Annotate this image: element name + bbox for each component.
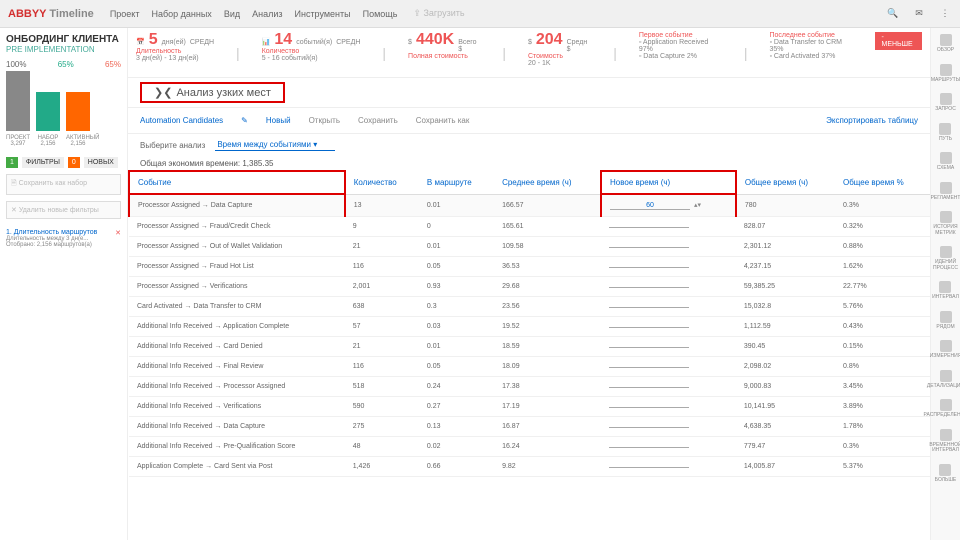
col-1[interactable]: Количество [345,171,419,194]
new-time-input[interactable] [609,267,689,268]
filter-item-1[interactable]: 1. Длительность маршрутов ✕ [6,229,121,236]
rnav-ИЗМЕРЕНИЯ[interactable]: ИЗМЕРЕНИЯ [930,340,960,360]
new-time-input[interactable]: 60 [610,202,690,210]
kpi-last-event: Последнее событие ▫ Data Transfer to CRM… [770,32,856,73]
kpi-events: 📊14событий(я)СРЕДН Количество5 - 16 собы… [262,32,361,73]
filters-count[interactable]: 1 [6,157,18,168]
table-row[interactable]: Additional Info Received → Final Review1… [129,357,930,377]
table-row[interactable]: Processor Assigned → Out of Wallet Valid… [129,237,930,257]
new-time-input[interactable] [609,287,689,288]
new-time-input[interactable] [609,427,689,428]
new-time-input[interactable] [609,407,689,408]
analysis-title[interactable]: ❯❮Анализ узких мест [140,82,285,103]
save-button[interactable]: Сохранить [358,116,398,125]
menu-Инструменты[interactable]: Инструменты [295,9,351,19]
brand-grey: Timeline [49,8,93,20]
rnav-СХЕМА[interactable]: СХЕМА [937,152,955,172]
total-savings: Общая экономия времени: 1,385.35 [128,157,930,170]
table-row[interactable]: Application Complete → Card Sent via Pos… [129,457,930,477]
rnav-ЗАПРОС[interactable]: ЗАПРОС [935,93,956,113]
more-icon[interactable]: ⋮ [938,7,952,21]
menu-Анализ[interactable]: Анализ [252,9,282,19]
upload-button[interactable]: ⇪ Загрузить [413,8,464,19]
mail-icon[interactable]: ✉ [912,7,926,21]
new-time-input[interactable] [609,247,689,248]
new-time-input[interactable] [609,467,689,468]
new-time-input[interactable] [609,367,689,368]
kpi-cost-avg: $204Средн $ Стоимость20 - 1K [528,32,591,73]
new-time-input[interactable] [609,227,689,228]
table-row[interactable]: Card Activated → Data Transfer to CRM638… [129,297,930,317]
results-table: СобытиеКоличествоВ маршрутеСреднее время… [128,170,930,540]
menu-Набор данных[interactable]: Набор данных [151,9,211,19]
new-time-input[interactable] [609,447,689,448]
new-time-input[interactable] [609,307,689,308]
rnav-ВРЕМЕННОЙ ИНТЕРВАЛ[interactable]: ВРЕМЕННОЙ ИНТЕРВАЛ [929,429,960,454]
menu-Помощь[interactable]: Помощь [363,9,398,19]
save-as-set-button: 🗎 Сохранить как набор [6,174,121,195]
new-time-input[interactable] [609,347,689,348]
open-button[interactable]: Открыть [309,116,340,125]
automation-candidates-link[interactable]: Automation Candidates [140,116,223,125]
main-menu: Проект Набор данных Вид Анализ Инструменты По… [110,9,398,19]
search-icon[interactable]: 🔍 [886,7,900,21]
project-bars [6,71,121,131]
table-row[interactable]: Additional Info Received → Card Denied21… [129,337,930,357]
saveas-button[interactable]: Сохранить как [416,116,470,125]
kpi-first-event: Первое событие ▫ Application Received 97… [639,32,722,73]
table-row[interactable]: Processor Assigned → Verifications2,0010… [129,277,930,297]
delete-filters-button: ✕ Удалить новые фильтры [6,201,121,219]
rnav-БОЛЬШЕ[interactable]: БОЛЬШЕ [935,464,957,484]
kpi-cost-total: $440KВсего $ Полная стоимость [408,32,480,73]
kpi-duration: 📅5дня(ей)СРЕДН Длительность3 дн(ей) - 13… [136,32,214,73]
col-6[interactable]: Общее время % [835,171,930,194]
project-title: ОНБОРДИНГ КЛИЕНТА [6,34,121,45]
select-label: Выберите анализ [140,141,205,150]
table-row[interactable]: Additional Info Received → Processor Ass… [129,377,930,397]
table-row[interactable]: Additional Info Received → Verifications… [129,397,930,417]
table-row[interactable]: Additional Info Received → Application C… [129,317,930,337]
project-subtitle: PRE IMPLEMENTATION [6,45,121,54]
menu-Вид[interactable]: Вид [224,9,240,19]
rnav-ИДЕНИЙ ПРОЦЕСС[interactable]: ИДЕНИЙ ПРОЦЕСС [931,246,960,271]
new-button[interactable]: Новый [266,116,291,125]
export-link[interactable]: Экспортировать таблицу [826,116,918,125]
col-5[interactable]: Общее время (ч) [736,171,835,194]
rnav-ИСТОРИЯ МЕТРИК[interactable]: ИСТОРИЯ МЕТРИК [931,211,960,236]
table-row[interactable]: Additional Info Received → Pre-Qualifica… [129,437,930,457]
rnav-ИНТЕРВАЛ[interactable]: ИНТЕРВАЛ [932,281,959,301]
rnav-РЕГЛАМЕНТ[interactable]: РЕГЛАМЕНТ [931,182,960,202]
table-row[interactable]: Processor Assigned → Fraud/Credit Check9… [129,217,930,237]
col-2[interactable]: В маршруте [419,171,494,194]
new-time-input[interactable] [609,387,689,388]
col-4[interactable]: Новое время (ч) [601,171,736,194]
col-3[interactable]: Среднее время (ч) [494,171,601,194]
rnav-ПУТЬ[interactable]: ПУТЬ [939,123,952,143]
analysis-select[interactable]: Время между событиями ▾ [215,140,335,151]
less-button[interactable]: - МЕНЬШЕ [875,32,922,50]
table-row[interactable]: Processor Assigned → Fraud Hot List1160.… [129,257,930,277]
rnav-ДЕТАЛИЗАЦИЯ[interactable]: ДЕТАЛИЗАЦИЯ [927,370,960,390]
brand-red: ABBYY [8,8,46,20]
rnav-РЯДОМ[interactable]: РЯДОМ [936,311,954,331]
rnav-МАРШРУТЫ[interactable]: МАРШРУТЫ [931,64,960,84]
new-count[interactable]: 0 [68,157,80,168]
table-row[interactable]: Processor Assigned → Data Capture130.011… [129,194,930,217]
col-0[interactable]: Событие [129,171,345,194]
rnav-ОБЗОР[interactable]: ОБЗОР [937,34,954,54]
rnav-РАСПРЕДЕЛЕНИЕ[interactable]: РАСПРЕДЕЛЕНИЕ [924,399,960,419]
table-row[interactable]: Additional Info Received → Data Capture2… [129,417,930,437]
menu-Проект[interactable]: Проект [110,9,140,19]
new-time-input[interactable] [609,327,689,328]
